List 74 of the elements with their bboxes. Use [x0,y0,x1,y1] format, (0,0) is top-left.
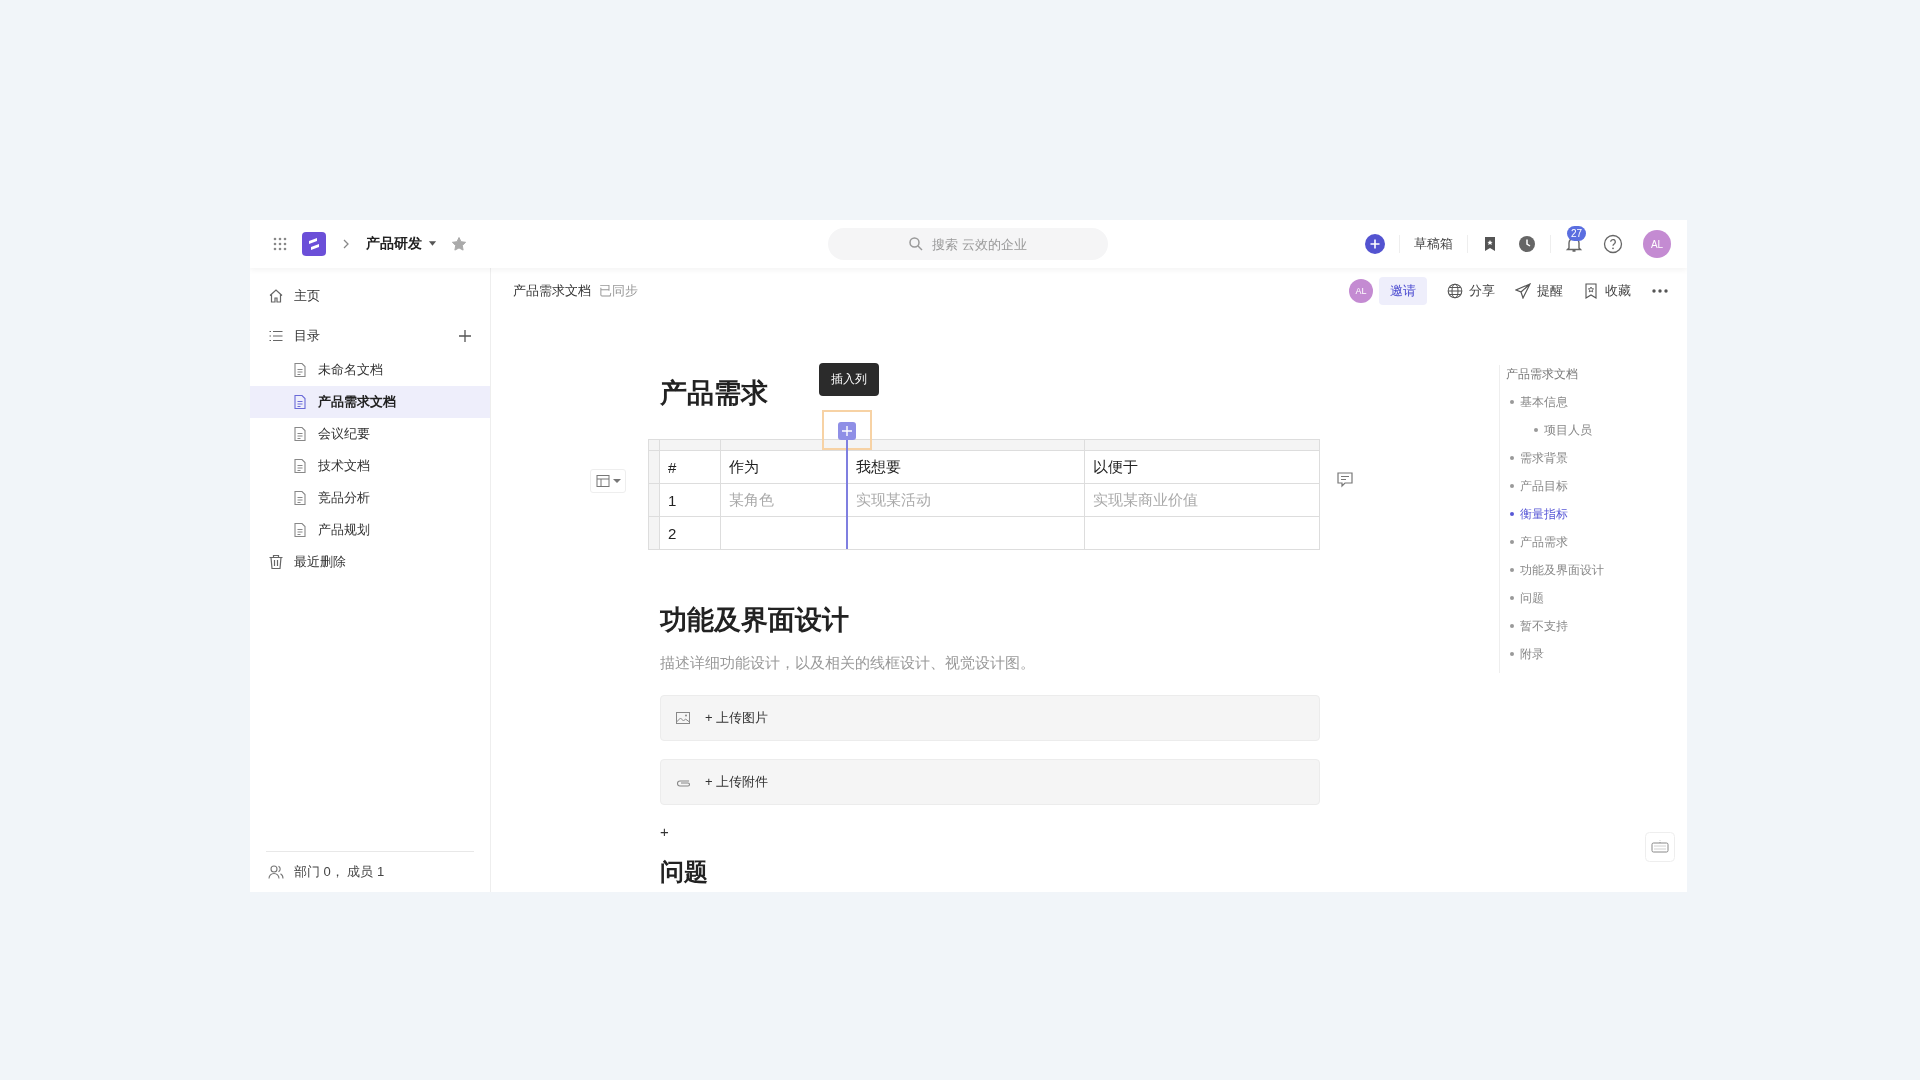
document-icon [292,426,308,442]
sidebar-item[interactable]: 产品规划 [250,514,490,546]
caret-icon [612,478,621,484]
add-block-button[interactable]: + [660,823,670,840]
sidebar-item[interactable]: 产品需求文档 [250,386,490,418]
sidebar-item[interactable]: 主页 [250,280,490,312]
search-field[interactable]: 搜索 云效的企业 [828,228,1108,260]
sidebar-item[interactable]: 会议纪要 [250,418,490,450]
section-heading: 问题 [660,857,708,887]
caret-icon [428,241,437,247]
drafts-button[interactable]: 草稿箱 [1414,235,1453,253]
globe-icon [1447,282,1463,299]
help-icon[interactable] [1603,234,1623,254]
outline-item[interactable]: 功能及界面设计 [1506,561,1626,589]
sidebar-item[interactable]: 目录 [250,320,490,352]
table-layout-button[interactable] [590,469,626,493]
document-icon [292,458,308,474]
bookmark-icon[interactable] [1482,236,1498,252]
app-logo[interactable] [302,232,326,256]
document-icon [292,394,308,410]
members-count: 部门 0， 成员 1 [294,863,385,881]
notification-badge: 27 [1567,226,1587,241]
outline-item[interactable]: 需求背景 [1506,449,1626,477]
remind-button[interactable]: 提醒 [1515,281,1563,300]
document-icon [292,522,308,538]
trash-icon [268,554,284,570]
upload-file-button[interactable]: + 上传附件 [660,759,1320,805]
table-cell: 1 [659,483,721,517]
insert-column-tooltip: 插入列 [819,363,879,396]
section-heading: 功能及界面设计 [660,604,849,637]
outline-item[interactable]: 衡量指标 [1506,505,1626,533]
invite-button[interactable]: 邀请 [1379,276,1427,305]
section-description: 描述详细功能设计，以及相关的线框设计、视觉设计图。 [660,654,1036,673]
space-switcher[interactable]: 产品研发 [366,235,437,253]
table-cell: 2 [659,516,721,550]
favorite-button[interactable]: 收藏 [1583,281,1631,300]
column-header: 以便于 [1084,450,1320,484]
star-icon[interactable] [451,236,467,252]
apps-grid-icon[interactable] [272,236,288,252]
search-icon [908,236,924,252]
table-icon [595,474,610,488]
clock-icon[interactable] [1518,235,1536,253]
outline-item[interactable]: 项目人员 [1506,421,1626,449]
paper-plane-icon [1515,282,1531,299]
outline-item[interactable]: 附录 [1506,645,1626,673]
bookmark-icon [1583,282,1599,299]
outline-item[interactable]: 产品需求 [1506,533,1626,561]
sidebar-item[interactable]: 竞品分析 [250,482,490,514]
column-header: # [659,450,721,484]
image-icon [675,710,691,726]
section-heading: 产品需求 [660,377,768,410]
document-icon [292,490,308,506]
list-icon [268,328,284,344]
document-title: 产品需求文档 [513,281,591,300]
outline-title[interactable]: 产品需求文档 [1506,365,1626,393]
sidebar-item[interactable]: 最近删除 [250,546,490,578]
outline-item[interactable]: 基本信息 [1506,393,1626,421]
outline-item[interactable]: 问题 [1506,589,1626,617]
document-icon [292,362,308,378]
people-icon [268,864,284,880]
home-icon [268,288,284,304]
column-header: 我想要 [847,450,1085,484]
add-comment-icon[interactable] [1336,471,1354,489]
sidebar-item[interactable]: 未命名文档 [250,354,490,386]
upload-image-button[interactable]: + 上传图片 [660,695,1320,741]
sidebar-item[interactable]: 技术文档 [250,450,490,482]
outline-item[interactable]: 暂不支持 [1506,617,1626,645]
outline-item[interactable]: 产品目标 [1506,477,1626,505]
table-cell: 实现某活动 [847,483,1085,517]
add-icon[interactable] [458,329,472,343]
share-button[interactable]: 分享 [1447,281,1495,300]
add-icon[interactable] [1365,234,1385,254]
table-cell: 实现某商业价值 [1084,483,1320,517]
sync-status: 已同步 [599,281,638,300]
